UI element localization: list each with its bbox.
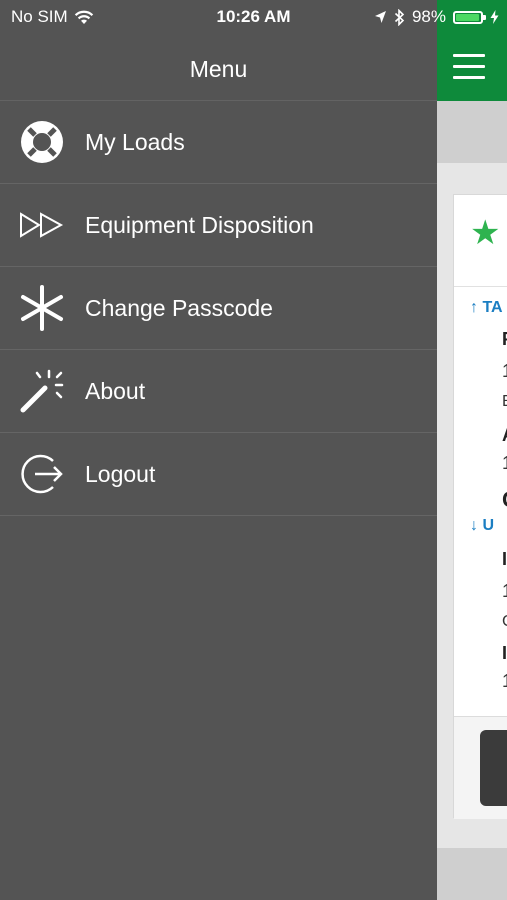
bottom-band xyxy=(437,848,507,900)
menu-item-label: My Loads xyxy=(85,128,185,155)
menu-item-label: Change Passcode xyxy=(85,294,273,321)
card-line: C xyxy=(502,487,507,513)
battery-icon xyxy=(453,10,486,24)
star-icon[interactable]: ★ xyxy=(470,213,500,253)
card-line: C xyxy=(502,613,507,631)
arrow-down-icon: ↓ xyxy=(470,517,478,534)
battery-percent: 98% xyxy=(411,7,446,26)
card-line: I xyxy=(502,549,507,569)
card-footer xyxy=(454,716,507,819)
card-line: 1 xyxy=(502,581,507,602)
subheader-band xyxy=(437,101,507,163)
charging-bolt-icon xyxy=(490,10,499,24)
magic-wand-icon xyxy=(18,367,66,415)
card-line: I xyxy=(502,643,507,663)
menu-item-about[interactable]: About xyxy=(0,350,437,433)
card-action-button[interactable] xyxy=(480,730,507,806)
load-card[interactable]: ★ ↑ TA P 1 E A 1 C ↓ U I 1 C I 1 xyxy=(453,194,507,819)
underlying-screen[interactable]: ★ ↑ TA P 1 E A 1 C ↓ U I 1 C I 1 xyxy=(437,0,507,900)
menu-item-label: Equipment Disposition xyxy=(85,211,314,238)
life-ring-icon xyxy=(18,118,66,166)
hamburger-menu-icon[interactable] xyxy=(453,54,485,80)
card-line: E xyxy=(502,393,507,411)
menu-item-change-passcode[interactable]: Change Passcode xyxy=(0,267,437,350)
card-line: 1 xyxy=(502,671,507,692)
menu-item-label: About xyxy=(85,377,146,404)
menu-header: Menu xyxy=(0,34,437,101)
card-line: 1 xyxy=(502,453,507,474)
bluetooth-icon xyxy=(394,8,405,26)
arrow-up-icon: ↑ xyxy=(470,299,478,316)
card-line: P xyxy=(502,329,507,350)
menu-item-label: Logout xyxy=(85,460,156,487)
card-line: 1 xyxy=(502,361,507,382)
menu-item-logout[interactable]: Logout xyxy=(0,433,437,516)
menu-item-equipment-disposition[interactable]: Equipment Disposition xyxy=(0,184,437,267)
asterisk-icon xyxy=(18,284,66,332)
section-pickup-label: ↑ TA xyxy=(470,299,503,316)
menu-item-my-loads[interactable]: My Loads xyxy=(0,101,437,184)
status-right: 98% xyxy=(374,7,499,27)
card-line: A xyxy=(502,425,507,446)
status-bar: No SIM 10:26 AM 98% xyxy=(0,0,507,34)
section-delivery-label: ↓ U xyxy=(470,517,495,534)
menu-title: Menu xyxy=(189,56,248,82)
fast-forward-icon xyxy=(18,201,66,249)
location-arrow-icon xyxy=(374,11,386,23)
logout-icon xyxy=(18,450,66,498)
side-menu: Menu My Loads Equipment Disposition Chan… xyxy=(0,0,437,900)
card-header: ★ xyxy=(454,195,507,287)
menu-list: My Loads Equipment Disposition Change Pa… xyxy=(0,101,437,516)
